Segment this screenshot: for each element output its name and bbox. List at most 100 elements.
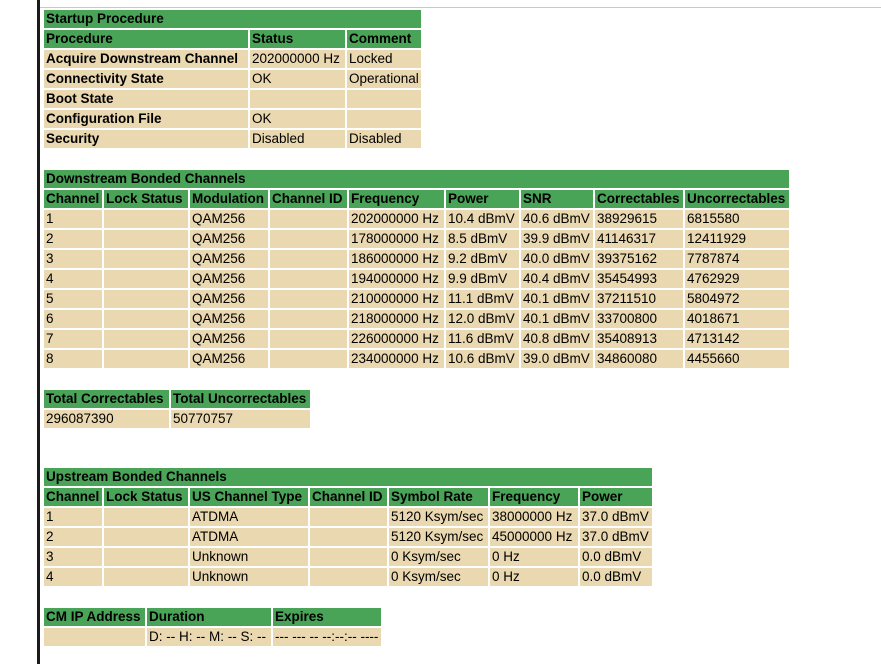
power-cell: 9.9 dBmV (446, 270, 519, 290)
uncorrectables-cell: 4762929 (685, 270, 789, 290)
snr-cell: 40.0 dBmV (521, 250, 593, 270)
procedure-cell: Configuration File (44, 110, 248, 130)
modulation-cell: QAM256 (190, 330, 268, 350)
col-total-uncorrectables: Total Uncorrectables (171, 390, 310, 410)
table-row: 4 Unknown 0 Ksym/sec 0 Hz 0.0 dBmV (44, 568, 652, 588)
uncorrectables-cell: 5804972 (685, 290, 789, 310)
table-header-row: Channel Lock Status Modulation Channel I… (44, 190, 789, 210)
channel-id-cell (270, 330, 347, 350)
col-snr: SNR (521, 190, 593, 210)
col-modulation: Modulation (190, 190, 268, 210)
frequency-cell: 38000000 Hz (490, 508, 578, 528)
lock-status-cell (104, 568, 188, 588)
modulation-cell: QAM256 (190, 230, 268, 250)
col-frequency: Frequency (490, 488, 578, 508)
power-cell: 11.6 dBmV (446, 330, 519, 350)
table-row: 3 Unknown 0 Ksym/sec 0 Hz 0.0 dBmV (44, 548, 652, 568)
table-title-row: Downstream Bonded Channels (44, 170, 789, 190)
comment-cell (347, 90, 421, 110)
col-expires: Expires (273, 608, 381, 628)
frequency-cell: 210000000 Hz (349, 290, 444, 310)
correctables-cell: 35408913 (595, 330, 683, 350)
snr-cell: 40.8 dBmV (521, 330, 593, 350)
channel-cell: 5 (44, 290, 102, 310)
channel-id-cell (270, 350, 347, 370)
status-cell: 202000000 Hz (250, 50, 345, 70)
frequency-cell: 0 Hz (490, 548, 578, 568)
frequency-cell: 234000000 Hz (349, 350, 444, 370)
correctables-cell: 34860080 (595, 350, 683, 370)
channel-id-cell (310, 548, 387, 568)
col-symbol-rate: Symbol Rate (389, 488, 488, 508)
lock-status-cell (104, 310, 188, 330)
channel-cell: 7 (44, 330, 102, 350)
duration-value: D: -- H: -- M: -- S: -- (147, 628, 271, 648)
channel-id-cell (310, 528, 387, 548)
power-cell: 9.2 dBmV (446, 250, 519, 270)
upstream-title: Upstream Bonded Channels (44, 468, 652, 488)
modulation-cell: QAM256 (190, 210, 268, 230)
table-row: Boot State (44, 90, 421, 110)
frequency-cell: 202000000 Hz (349, 210, 444, 230)
table-header-row: Procedure Status Comment (44, 30, 421, 50)
cm-ip-address-value (44, 628, 145, 648)
uncorrectables-cell: 6815580 (685, 210, 789, 230)
channel-id-cell (310, 568, 387, 588)
table-row: D: -- H: -- M: -- S: -- --- --- -- --:--… (44, 628, 381, 648)
procedure-cell: Acquire Downstream Channel (44, 50, 248, 70)
comment-cell (347, 110, 421, 130)
table-title-row: Upstream Bonded Channels (44, 468, 652, 488)
table-row: Acquire Downstream Channel 202000000 Hz … (44, 50, 421, 70)
table-row: 6 QAM256 218000000 Hz 12.0 dBmV 40.1 dBmV 337… (44, 310, 789, 330)
procedure-cell: Boot State (44, 90, 248, 110)
power-cell: 37.0 dBmV (580, 508, 652, 528)
table-row: 3 QAM256 186000000 Hz 9.2 dBmV 40.0 dBmV 3937… (44, 250, 789, 270)
status-cell (250, 90, 345, 110)
left-border (37, 0, 40, 664)
modulation-cell: QAM256 (190, 310, 268, 330)
power-cell: 0.0 dBmV (580, 568, 652, 588)
downstream-title: Downstream Bonded Channels (44, 170, 789, 190)
frequency-cell: 226000000 Hz (349, 330, 444, 350)
col-uncorrectables: Uncorrectables (685, 190, 789, 210)
channel-id-cell (270, 230, 347, 250)
power-cell: 0.0 dBmV (580, 548, 652, 568)
table-row: Connectivity State OK Operational (44, 70, 421, 90)
modulation-cell: QAM256 (190, 270, 268, 290)
frequency-cell: 178000000 Hz (349, 230, 444, 250)
snr-cell: 39.9 dBmV (521, 230, 593, 250)
symbol-rate-cell: 0 Ksym/sec (389, 568, 488, 588)
lock-status-cell (104, 230, 188, 250)
power-cell: 11.1 dBmV (446, 290, 519, 310)
total-uncorrectables-value: 50770757 (171, 410, 310, 430)
table-row: 5 QAM256 210000000 Hz 11.1 dBmV 40.1 dBmV 372… (44, 290, 789, 310)
col-cm-ip-address: CM IP Address (44, 608, 145, 628)
uncorrectables-cell: 4713142 (685, 330, 789, 350)
expires-value: --- --- -- --:--:-- ---- (273, 628, 381, 648)
channel-id-cell (310, 508, 387, 528)
frequency-cell: 45000000 Hz (490, 528, 578, 548)
col-status: Status (250, 30, 345, 50)
uncorrectables-cell: 12411929 (685, 230, 789, 250)
us-channel-type-cell: ATDMA (190, 508, 308, 528)
status-cell: OK (250, 70, 345, 90)
col-power: Power (580, 488, 652, 508)
lock-status-cell (104, 508, 188, 528)
modulation-cell: QAM256 (190, 350, 268, 370)
cm-ip-table: CM IP Address Duration Expires D: -- H: … (42, 608, 383, 648)
col-channel: Channel (44, 190, 102, 210)
snr-cell: 39.0 dBmV (521, 350, 593, 370)
uncorrectables-cell: 4018671 (685, 310, 789, 330)
status-cell: Disabled (250, 130, 345, 150)
startup-procedure-table: Startup Procedure Procedure Status Comme… (42, 10, 423, 150)
channel-cell: 6 (44, 310, 102, 330)
table-header-row: Channel Lock Status US Channel Type Chan… (44, 488, 652, 508)
snr-cell: 40.1 dBmV (521, 310, 593, 330)
upstream-channels-table: Upstream Bonded Channels Channel Lock St… (42, 468, 654, 588)
correctables-cell: 33700800 (595, 310, 683, 330)
table-row: 4 QAM256 194000000 Hz 9.9 dBmV 40.4 dBmV 3545… (44, 270, 789, 290)
channel-cell: 2 (44, 230, 102, 250)
comment-cell: Locked (347, 50, 421, 70)
col-channel-id: Channel ID (270, 190, 347, 210)
total-correctables-value: 296087390 (44, 410, 169, 430)
